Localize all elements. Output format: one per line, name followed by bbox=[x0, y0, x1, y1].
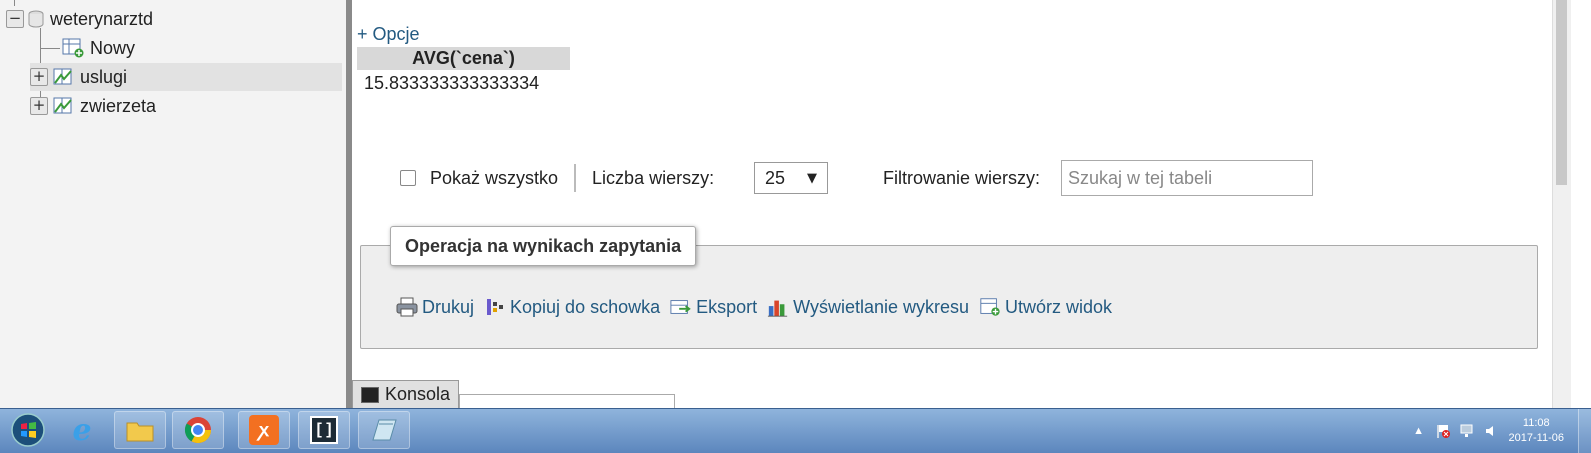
internet-explorer-button[interactable]: e bbox=[56, 411, 108, 449]
scrollbar-thumb[interactable] bbox=[1556, 0, 1567, 185]
export-label[interactable]: Eksport bbox=[696, 297, 757, 318]
database-name[interactable]: weterynarztd bbox=[50, 9, 153, 30]
new-table-icon bbox=[62, 38, 84, 58]
display-chart-label[interactable]: Wyświetlanie wykresu bbox=[793, 297, 969, 318]
clock-time: 11:08 bbox=[1522, 417, 1550, 429]
filter-label: Filtrowanie wierszy: bbox=[883, 168, 1041, 188]
clock-date: 2017-11-06 bbox=[1508, 432, 1564, 444]
action-center-flag-icon[interactable] bbox=[1435, 423, 1451, 439]
console-tab[interactable]: Konsola bbox=[352, 380, 459, 408]
file-explorer-button[interactable] bbox=[114, 411, 166, 449]
sidebar-item-label[interactable]: Nowy bbox=[90, 38, 135, 59]
create-view-icon bbox=[979, 296, 1001, 318]
rows-value: 25 bbox=[765, 167, 786, 188]
print-icon bbox=[396, 296, 418, 318]
notebook-icon bbox=[372, 419, 397, 441]
clipboard-icon bbox=[484, 296, 506, 318]
network-icon[interactable] bbox=[1459, 423, 1475, 439]
tree-connector bbox=[40, 48, 60, 49]
tree-node-uslugi[interactable]: + uslugi bbox=[30, 63, 342, 91]
tree-node-database[interactable]: − weterynarztd bbox=[6, 5, 153, 33]
clock[interactable]: 11:08 2017-11-06 bbox=[1509, 416, 1564, 446]
operations-list: Drukuj Kopiuj do schowka Eksport Wyświet… bbox=[396, 293, 1122, 321]
folder-icon bbox=[126, 422, 154, 442]
windows-logo-icon bbox=[11, 413, 45, 447]
internet-explorer-icon: e bbox=[72, 412, 92, 448]
result-column-header[interactable]: AVG(`cena`) bbox=[357, 47, 570, 70]
brackets-button[interactable]: [ ] bbox=[298, 411, 350, 449]
brackets-icon: [ ] bbox=[310, 416, 338, 444]
export-button[interactable]: Eksport bbox=[670, 296, 757, 318]
tree-node-zwierzeta[interactable]: + zwierzeta bbox=[30, 92, 156, 120]
show-hidden-icons-icon[interactable]: ▲ bbox=[1411, 423, 1427, 439]
bookmarks-panel-tab[interactable] bbox=[459, 394, 675, 409]
start-button[interactable] bbox=[2, 411, 54, 449]
collapse-icon[interactable]: − bbox=[6, 10, 24, 28]
expand-icon[interactable]: + bbox=[30, 68, 48, 86]
xampp-button[interactable]: ꭗ bbox=[238, 411, 290, 449]
show-all-checkbox[interactable] bbox=[400, 170, 416, 186]
notebook-app-button[interactable] bbox=[358, 411, 410, 449]
result-controls: Pokaż wszystko Liczba wierszy: bbox=[400, 160, 714, 196]
database-icon bbox=[28, 10, 44, 28]
sidebar-item-label[interactable]: uslugi bbox=[80, 67, 127, 88]
dropdown-arrow-icon: ▼ bbox=[807, 170, 817, 186]
vertical-scrollbar[interactable] bbox=[1552, 0, 1571, 408]
copy-to-clipboard-button[interactable]: Kopiuj do schowka bbox=[484, 296, 660, 318]
filter-rows-input[interactable] bbox=[1061, 160, 1313, 196]
separator bbox=[574, 164, 577, 192]
display-chart-button[interactable]: Wyświetlanie wykresu bbox=[767, 296, 969, 318]
show-desktop-button[interactable] bbox=[1578, 409, 1591, 453]
system-tray: ▲ 11:08 2017-11-06 bbox=[1407, 409, 1591, 453]
copy-label[interactable]: Kopiuj do schowka bbox=[510, 297, 660, 318]
create-view-button[interactable]: Utwórz widok bbox=[979, 296, 1112, 318]
chrome-icon bbox=[184, 417, 212, 444]
volume-icon[interactable] bbox=[1483, 423, 1499, 439]
expand-icon[interactable]: + bbox=[30, 97, 48, 115]
xampp-icon: ꭗ bbox=[249, 415, 279, 445]
console-label[interactable]: Konsola bbox=[385, 384, 450, 405]
print-button[interactable]: Drukuj bbox=[396, 296, 474, 318]
show-all-label[interactable]: Pokaż wszystko bbox=[430, 168, 558, 189]
rows-label: Liczba wierszy: bbox=[592, 167, 715, 188]
table-icon bbox=[52, 96, 74, 116]
chart-icon bbox=[767, 296, 789, 318]
options-link[interactable]: + Opcje bbox=[357, 24, 420, 45]
taskbar: e ꭗ [ ] ▲ 11:08 2017-11-06 bbox=[0, 408, 1591, 453]
console-icon bbox=[361, 386, 379, 403]
table-icon bbox=[52, 67, 74, 87]
query-operations-title: Operacja na wynikach zapytania bbox=[390, 226, 697, 266]
tree-node-new[interactable]: Nowy bbox=[62, 34, 135, 62]
chrome-button[interactable] bbox=[172, 411, 224, 449]
print-label[interactable]: Drukuj bbox=[422, 297, 474, 318]
sidebar-item-label[interactable]: zwierzeta bbox=[80, 96, 156, 117]
rows-per-page-select[interactable]: 25 ▼ bbox=[754, 162, 828, 194]
export-icon bbox=[670, 296, 692, 318]
result-cell: 15.833333333333334 bbox=[364, 73, 540, 93]
create-view-label[interactable]: Utwórz widok bbox=[1005, 297, 1112, 318]
navigation-panel: − weterynarztd Nowy + uslugi + zwierzeta bbox=[0, 0, 346, 408]
